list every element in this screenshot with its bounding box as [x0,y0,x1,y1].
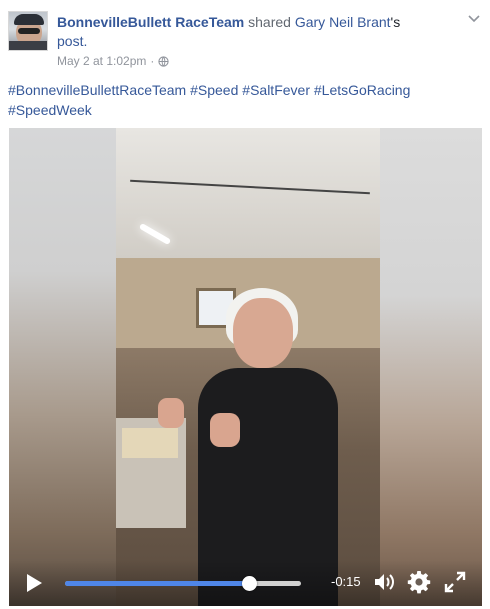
shared-text: shared [244,14,295,30]
hashtag-link[interactable]: #LetsGoRacing [314,82,411,98]
globe-icon[interactable] [158,55,170,67]
hashtag-link[interactable]: #SpeedWeek [8,102,92,118]
video-blur-left [9,128,116,606]
timestamp-link[interactable]: May 2 at 1:02pm [57,54,146,68]
post-hashtags: #BonnevilleBullettRaceTeam #Speed #SaltF… [8,80,482,120]
video-player[interactable]: -0:15 [9,128,482,606]
video-frame[interactable] [116,128,380,606]
hashtag-link[interactable]: #BonnevilleBullettRaceTeam [8,82,186,98]
hashtag-link[interactable]: #Speed [190,82,238,98]
post-meta: May 2 at 1:02pm · [57,54,170,68]
original-post-link[interactable]: post. [57,33,87,49]
video-blur-right [380,128,482,606]
post-header: BonnevilleBullett RaceTeam shared Gary N… [8,8,482,68]
possessive-text: 's [390,14,401,30]
scrubber-handle[interactable] [242,576,258,591]
avatar[interactable] [8,11,48,51]
gear-icon[interactable] [407,570,431,594]
chevron-down-icon[interactable] [466,10,482,26]
video-controls: -0:15 [9,560,482,606]
original-author-link[interactable]: Gary Neil Brant [295,14,391,30]
remaining-time: -0:15 [331,574,361,589]
meta-separator: · [150,54,155,68]
hashtag-link[interactable]: #SaltFever [242,82,310,98]
page-name-link[interactable]: BonnevilleBullett RaceTeam [57,14,244,30]
scrubber-progress [65,581,250,586]
volume-icon[interactable] [373,571,397,593]
video-scrubber[interactable] [65,576,301,591]
fullscreen-icon[interactable] [444,571,466,593]
play-icon[interactable] [24,572,44,594]
post-attribution: BonnevilleBullett RaceTeam shared Gary N… [57,13,437,51]
